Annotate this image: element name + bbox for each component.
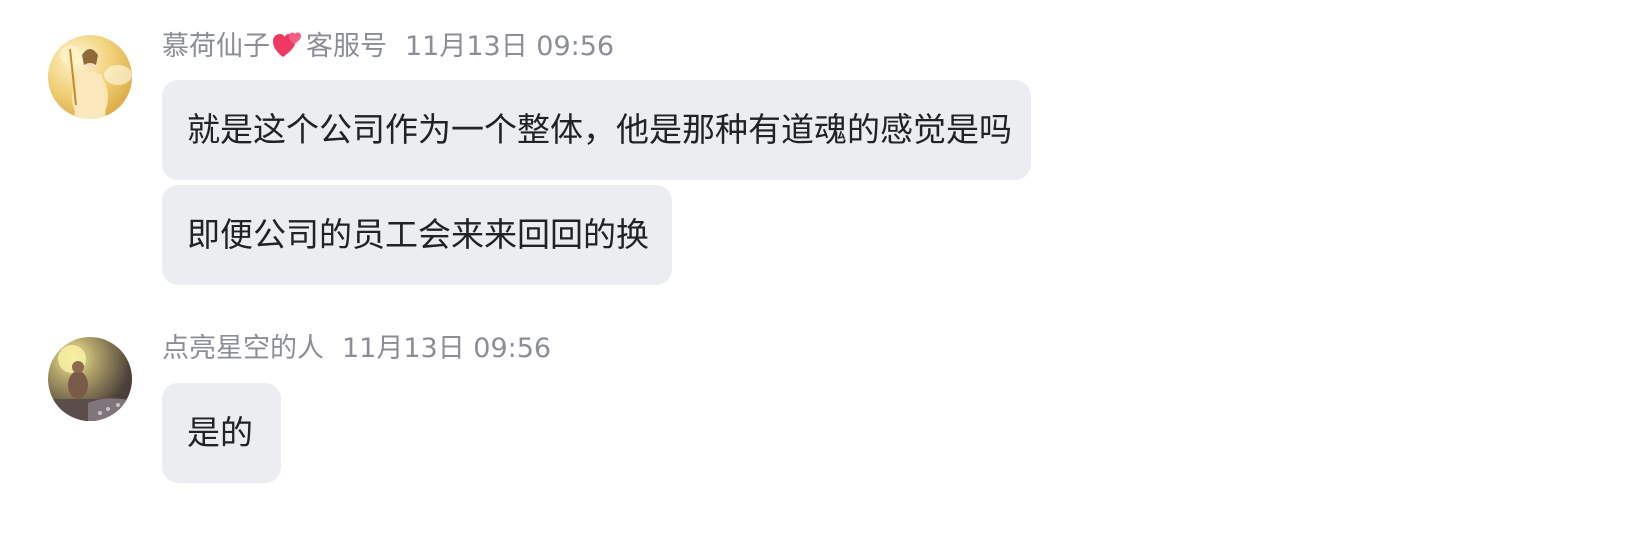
timestamp: 11月13日 09:56 <box>405 31 615 62</box>
message-meta: 点亮星空的人 11月13日 09:56 <box>162 331 551 367</box>
sender-name-part: 慕荷仙子 <box>162 31 270 62</box>
timestamp: 11月13日 09:56 <box>342 333 552 364</box>
message-bubble[interactable]: 是的 <box>162 383 281 483</box>
message-meta: 慕荷仙子 客服号 11月13日 09:56 <box>162 29 614 65</box>
avatar-image <box>48 337 132 421</box>
two-hearts-icon <box>273 32 301 57</box>
message-bubble[interactable]: 即便公司的员工会来来回回的换 <box>162 185 672 285</box>
message-bubble[interactable]: 就是这个公司作为一个整体，他是那种有道魂的感觉是吗 <box>162 80 1031 180</box>
avatar-image <box>48 35 132 119</box>
sender-name-part: 客服号 <box>306 31 387 62</box>
avatar[interactable] <box>48 337 132 421</box>
sender-name[interactable]: 点亮星空的人 <box>162 333 324 364</box>
sender-name[interactable]: 慕荷仙子 客服号 <box>162 31 387 62</box>
avatar[interactable] <box>48 35 132 119</box>
